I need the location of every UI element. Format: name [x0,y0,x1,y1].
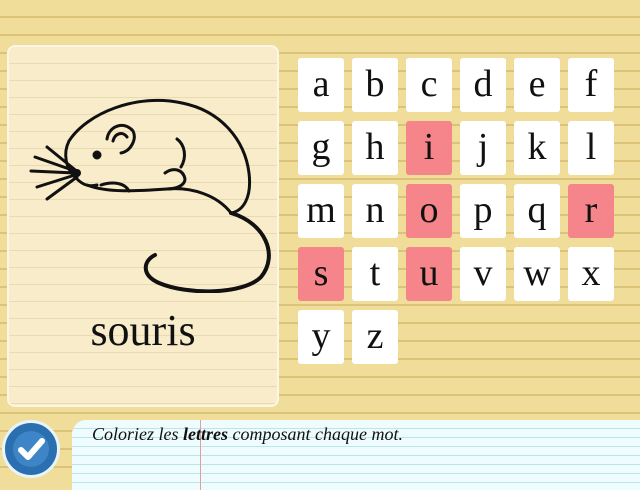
letter-tile-z[interactable]: z [352,310,398,364]
letter-tile-y[interactable]: y [298,310,344,364]
instruction-after: composant chaque mot. [228,424,403,444]
letter-tile-q[interactable]: q [514,184,560,238]
validate-button[interactable] [2,420,60,478]
letter-tile-l[interactable]: l [568,121,614,175]
letter-tile-o[interactable]: o [406,184,452,238]
letter-tile-u[interactable]: u [406,247,452,301]
letter-tile-g[interactable]: g [298,121,344,175]
letter-tile-m[interactable]: m [298,184,344,238]
letter-tile-r[interactable]: r [568,184,614,238]
letter-tile-h[interactable]: h [352,121,398,175]
letter-tile-s[interactable]: s [298,247,344,301]
word-card: souris [7,45,279,407]
letter-tile-w[interactable]: w [514,247,560,301]
letter-grid: abcdef ghijkl mnopqr stuvwx yz [298,58,618,368]
letter-tile-i[interactable]: i [406,121,452,175]
letter-tile-d[interactable]: d [460,58,506,112]
mouse-icon [29,98,271,293]
instruction-before: Coloriez les [92,424,184,444]
letter-tile-k[interactable]: k [514,121,560,175]
letter-tile-e[interactable]: e [514,58,560,112]
letter-tile-n[interactable]: n [352,184,398,238]
letter-tile-j[interactable]: j [460,121,506,175]
letter-tile-c[interactable]: c [406,58,452,112]
letter-tile-f[interactable]: f [568,58,614,112]
letter-tile-a[interactable]: a [298,58,344,112]
instruction-text: Coloriez les lettres composant chaque mo… [92,424,403,445]
letter-tile-b[interactable]: b [352,58,398,112]
check-icon [13,431,49,467]
letter-tile-x[interactable]: x [568,247,614,301]
letter-tile-t[interactable]: t [352,247,398,301]
letter-tile-p[interactable]: p [460,184,506,238]
card-word: souris [90,306,196,355]
letter-tile-v[interactable]: v [460,247,506,301]
instruction-bold: lettres [183,424,229,444]
